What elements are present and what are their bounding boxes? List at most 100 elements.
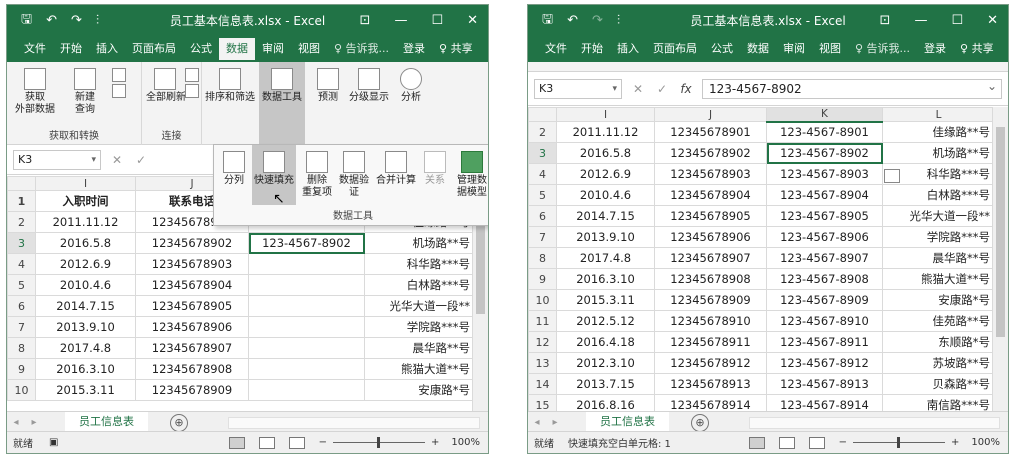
cell-phone[interactable]: 12345678903	[135, 253, 249, 275]
cell-address[interactable]: 学院路***号	[882, 226, 995, 248]
row-header[interactable]: 2	[528, 121, 557, 143]
zoom-level[interactable]: 100%	[451, 437, 480, 448]
cell-address[interactable]: 安康路*号	[882, 289, 995, 311]
close-button[interactable]: ✕	[987, 13, 998, 28]
col-header[interactable]: I	[35, 176, 136, 191]
flash-fill-options-icon[interactable]	[884, 169, 900, 183]
page-layout-view-icon[interactable]	[778, 436, 795, 449]
ribbon-options-button[interactable]: ⊡	[360, 13, 371, 28]
share-button[interactable]: ♀ 共享	[953, 38, 1001, 60]
zoom-slider[interactable]	[333, 437, 426, 448]
text-to-columns-button[interactable]: 分列	[218, 151, 250, 187]
cell-hire-date[interactable]: 2016.4.18	[556, 331, 655, 353]
cancel-icon[interactable]: ✕	[630, 82, 646, 96]
tab-review[interactable]: 审阅	[776, 38, 812, 60]
sort-filter-button[interactable]: 排序和筛选	[203, 68, 257, 104]
minimize-button[interactable]: —	[394, 13, 407, 28]
row-header[interactable]: 10	[7, 379, 36, 401]
data-tools-button[interactable]: 数据工具	[259, 62, 305, 145]
tab-insert[interactable]: 插入	[610, 38, 646, 60]
cell-address[interactable]: 东顺路*号	[882, 331, 995, 353]
name-box[interactable]: K3	[13, 149, 101, 170]
share-button[interactable]: ♀ 共享	[432, 38, 480, 60]
row-header[interactable]: 5	[528, 184, 557, 206]
cell-formatted-phone[interactable]	[248, 379, 365, 401]
zoom-out-button[interactable]: −	[319, 437, 327, 448]
ribbon-options-button[interactable]: ⊡	[880, 13, 891, 28]
row-header[interactable]: 5	[7, 274, 36, 296]
cell-formatted-phone[interactable]: 123-4567-8907	[766, 247, 883, 269]
row-header[interactable]: 7	[7, 316, 36, 338]
cell-hire-date[interactable]: 2017.4.8	[35, 337, 136, 359]
tab-formulas[interactable]: 公式	[704, 38, 740, 60]
row-header[interactable]: 10	[528, 289, 557, 311]
corner-cell[interactable]	[528, 107, 557, 122]
cell-formatted-phone[interactable]: 123-4567-8902	[248, 232, 365, 254]
cell-address[interactable]: 熊猫大道**号	[364, 358, 475, 380]
row-header[interactable]: 8	[528, 247, 557, 269]
cell-address[interactable]: 晨华路**号	[882, 247, 995, 269]
cell-phone[interactable]: 12345678908	[135, 358, 249, 380]
sheet-prev-icon[interactable]: ◂	[7, 417, 25, 428]
cell-address[interactable]: 机场路**号	[364, 232, 475, 254]
cell-hire-date[interactable]: 2016.5.8	[556, 142, 655, 164]
cell-hire-date[interactable]: 2013.7.15	[556, 373, 655, 395]
row-header[interactable]: 15	[528, 394, 557, 411]
cell-formatted-phone[interactable]: 123-4567-8908	[766, 268, 883, 290]
cell-phone[interactable]: 12345678902	[654, 142, 767, 164]
zoom-in-button[interactable]: +	[431, 437, 439, 448]
tab-data[interactable]: 数据	[219, 38, 255, 60]
refresh-all-button[interactable]: 全部刷新	[146, 68, 186, 104]
col-header[interactable]: K	[766, 107, 883, 123]
data-validation-button[interactable]: 数据验 证	[336, 151, 372, 199]
cell-hire-date[interactable]: 2012.6.9	[556, 163, 655, 185]
cell-phone[interactable]: 12345678909	[135, 379, 249, 401]
new-query-button[interactable]: 新建 查询	[65, 68, 105, 116]
cell-phone[interactable]: 12345678903	[654, 163, 767, 185]
horizontal-scrollbar[interactable]	[749, 416, 1000, 429]
row-header[interactable]: 9	[7, 358, 36, 380]
minimize-button[interactable]: —	[914, 13, 927, 28]
macro-record-icon[interactable]: ▣	[49, 437, 58, 448]
redo-icon[interactable]: ↷	[592, 13, 603, 28]
cell-phone[interactable]: 12345678910	[654, 310, 767, 332]
cell-hire-date[interactable]: 2017.4.8	[556, 247, 655, 269]
worksheet-grid[interactable]: I J K L 2 2011.11.12 12345678901 123-4567-8…	[528, 107, 1008, 411]
cell-phone[interactable]: 12345678908	[654, 268, 767, 290]
tab-home[interactable]: 开始	[574, 38, 610, 60]
zoom-level[interactable]: 100%	[971, 437, 1000, 448]
row-header[interactable]: 12	[528, 331, 557, 353]
cell-address[interactable]: 白林路***号	[882, 184, 995, 206]
save-icon[interactable]: 🖫	[21, 10, 32, 32]
zoom-out-button[interactable]: −	[839, 437, 847, 448]
page-break-view-icon[interactable]	[808, 436, 825, 449]
cell-hire-date[interactable]: 2011.11.12	[556, 121, 655, 143]
tab-page-layout[interactable]: 页面布局	[125, 38, 183, 60]
row-header[interactable]: 1	[7, 190, 36, 212]
tab-formulas[interactable]: 公式	[183, 38, 219, 60]
normal-view-icon[interactable]	[748, 436, 765, 449]
cell-formatted-phone[interactable]: 123-4567-8905	[766, 205, 883, 227]
enter-icon[interactable]: ✓	[133, 153, 149, 167]
cell-formatted-phone[interactable]	[248, 253, 365, 275]
zoom-slider[interactable]	[853, 437, 946, 448]
normal-view-icon[interactable]	[228, 436, 245, 449]
cell-hire-date[interactable]: 2016.5.8	[35, 232, 136, 254]
query-tools-button[interactable]	[107, 68, 131, 100]
tab-view[interactable]: 视图	[291, 38, 327, 60]
cell-formatted-phone[interactable]: 123-4567-8902	[766, 142, 883, 164]
cell-formatted-phone[interactable]	[248, 316, 365, 338]
cell-formatted-phone[interactable]: 123-4567-8914	[766, 394, 883, 411]
cell-phone[interactable]: 12345678912	[654, 352, 767, 374]
cell-phone[interactable]: 12345678905	[654, 205, 767, 227]
cell-phone[interactable]: 12345678904	[135, 274, 249, 296]
cell-formatted-phone[interactable]: 123-4567-8910	[766, 310, 883, 332]
cell-address[interactable]: 光华大道一段**	[882, 205, 995, 227]
cell-address[interactable]: 科华路***号	[364, 253, 475, 275]
cell-hire-date[interactable]: 2014.7.15	[556, 205, 655, 227]
undo-icon[interactable]: ↶	[46, 13, 57, 28]
signin-link[interactable]: 登录	[917, 38, 953, 60]
cell-formatted-phone[interactable]: 123-4567-8909	[766, 289, 883, 311]
cell-hire-date[interactable]: 2016.8.16	[556, 394, 655, 411]
cell-formatted-phone[interactable]: 123-4567-8913	[766, 373, 883, 395]
